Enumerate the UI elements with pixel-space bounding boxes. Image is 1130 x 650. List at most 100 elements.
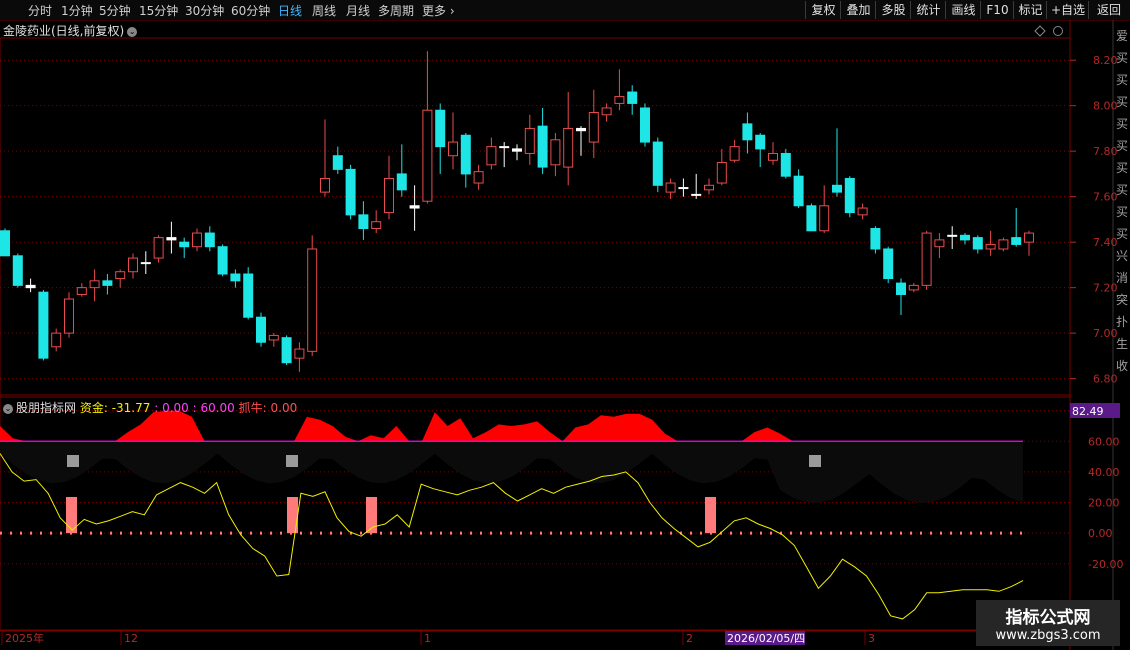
candle-body <box>947 234 958 237</box>
candle-body <box>435 109 446 148</box>
chevron-down-icon[interactable]: ⌄ <box>127 26 138 37</box>
candle-body <box>755 134 766 150</box>
candle-body <box>320 177 330 193</box>
candle-body <box>345 168 356 216</box>
date-label: 1 <box>424 632 431 645</box>
y-tick-label: 0.00 <box>1088 527 1113 540</box>
candle-body <box>1024 232 1034 243</box>
y-tick-label: 8.00 <box>1093 100 1118 113</box>
watermark-title: 指标公式网 <box>1005 608 1091 628</box>
candle-body <box>512 148 522 152</box>
candle-body <box>396 173 407 191</box>
candle-body <box>870 228 881 250</box>
candle-body <box>832 184 842 193</box>
candle-body <box>12 255 23 286</box>
side-panel-glyph: 买 <box>1116 117 1128 131</box>
zhuaniu-bar <box>705 497 716 534</box>
stock-title: 金陵药业(日线,前复权) <box>3 24 125 38</box>
candle-body <box>729 146 740 161</box>
candle-body <box>409 205 420 209</box>
side-panel-glyph: 买 <box>1116 95 1128 109</box>
candle-body <box>473 171 484 184</box>
collapse-icon[interactable]: ⌄ <box>3 403 13 414</box>
candle-body <box>0 230 10 257</box>
y-tick-label: 7.60 <box>1093 191 1118 204</box>
side-panel-glyph: 消 <box>1116 271 1128 285</box>
candle-body <box>115 271 126 280</box>
candle-body <box>89 280 100 289</box>
candle-body <box>153 237 164 259</box>
chart-canvas: 8.208.007.807.607.407.207.006.8080.0060.… <box>0 20 1128 650</box>
candle-body <box>806 205 817 232</box>
candle-body <box>128 257 138 273</box>
y-tick-label: 7.40 <box>1093 236 1118 249</box>
y-tick-label: 8.20 <box>1093 54 1118 67</box>
candle-body <box>563 127 574 168</box>
candle-body <box>896 282 906 295</box>
candle-body <box>985 243 996 250</box>
highlight-value: 82.49 <box>1072 405 1104 418</box>
date-label: 3 <box>868 632 875 645</box>
main-chart-frame <box>0 37 1071 396</box>
y-tick-label: 6.80 <box>1093 373 1118 386</box>
candle-body <box>332 155 343 170</box>
candle-body <box>51 332 62 348</box>
candle-body <box>76 287 87 295</box>
side-panel-glyph: 买 <box>1116 139 1128 153</box>
date-label: 12 <box>124 632 138 645</box>
y-tick-label: 40.00 <box>1088 466 1120 479</box>
side-panel-glyph: 兴 <box>1116 249 1128 263</box>
candle-body <box>742 123 753 141</box>
candle-body <box>601 107 612 116</box>
date-cursor-label: 2026/02/05/四 <box>727 632 805 645</box>
candle-body <box>281 337 292 364</box>
candle-body <box>486 146 497 166</box>
candle-body <box>768 152 778 161</box>
y-tick-label: 20.00 <box>1088 497 1120 510</box>
candle-body <box>1011 237 1022 245</box>
candle-body <box>460 134 471 175</box>
candle-body <box>192 232 202 248</box>
candle-body <box>422 109 433 202</box>
diamond-icon <box>1034 25 1046 37</box>
candle-body <box>268 334 279 341</box>
y-tick-label: 7.80 <box>1093 145 1118 158</box>
candle-body <box>972 237 983 250</box>
candle-body <box>448 141 458 157</box>
candle-body <box>921 232 932 286</box>
candle-body <box>102 280 113 286</box>
candle-body <box>627 91 638 104</box>
candle-body <box>844 177 855 214</box>
candle-body <box>780 152 791 177</box>
candle-body <box>640 107 650 143</box>
indicator-name: 股朋指标网 <box>16 401 77 415</box>
candle-body <box>358 214 369 230</box>
zhuaniu-label: 抓牛: 0.00 <box>238 401 298 415</box>
side-panel-glyph: 买 <box>1116 161 1128 175</box>
candle-body <box>576 127 586 132</box>
candle-body <box>652 141 663 186</box>
watermark-url: www.zbgs3.com <box>995 628 1101 643</box>
candle-body <box>166 237 177 241</box>
candle-body <box>524 127 535 154</box>
side-panel-glyph: 收 <box>1116 359 1128 373</box>
y-tick-label: 7.00 <box>1093 327 1118 340</box>
candle-body <box>550 139 561 166</box>
side-panel-glyph: 买 <box>1116 227 1128 241</box>
candle-body <box>665 182 676 193</box>
candle-body <box>38 291 49 359</box>
zhuaniu-bar <box>287 497 298 534</box>
side-panel-glyph: 买 <box>1116 205 1128 219</box>
date-label: 2 <box>686 632 693 645</box>
candle-body <box>217 246 228 275</box>
candle-body <box>204 232 215 248</box>
side-panel-glyph: 爱 <box>1116 29 1128 43</box>
grey-marker <box>67 455 79 467</box>
main-chart-title[interactable]: 金陵药业(日线,前复权) ⌄ <box>3 22 138 39</box>
candle-body <box>64 298 74 334</box>
candle-body <box>716 162 727 184</box>
candle-body <box>230 273 241 282</box>
candle-body <box>243 273 254 318</box>
candle-body <box>371 221 382 230</box>
sub-chart-title: ⌄ 股朋指标网 资金: -31.77 : 0.00 : 60.00 抓牛: 0.0… <box>3 399 297 416</box>
